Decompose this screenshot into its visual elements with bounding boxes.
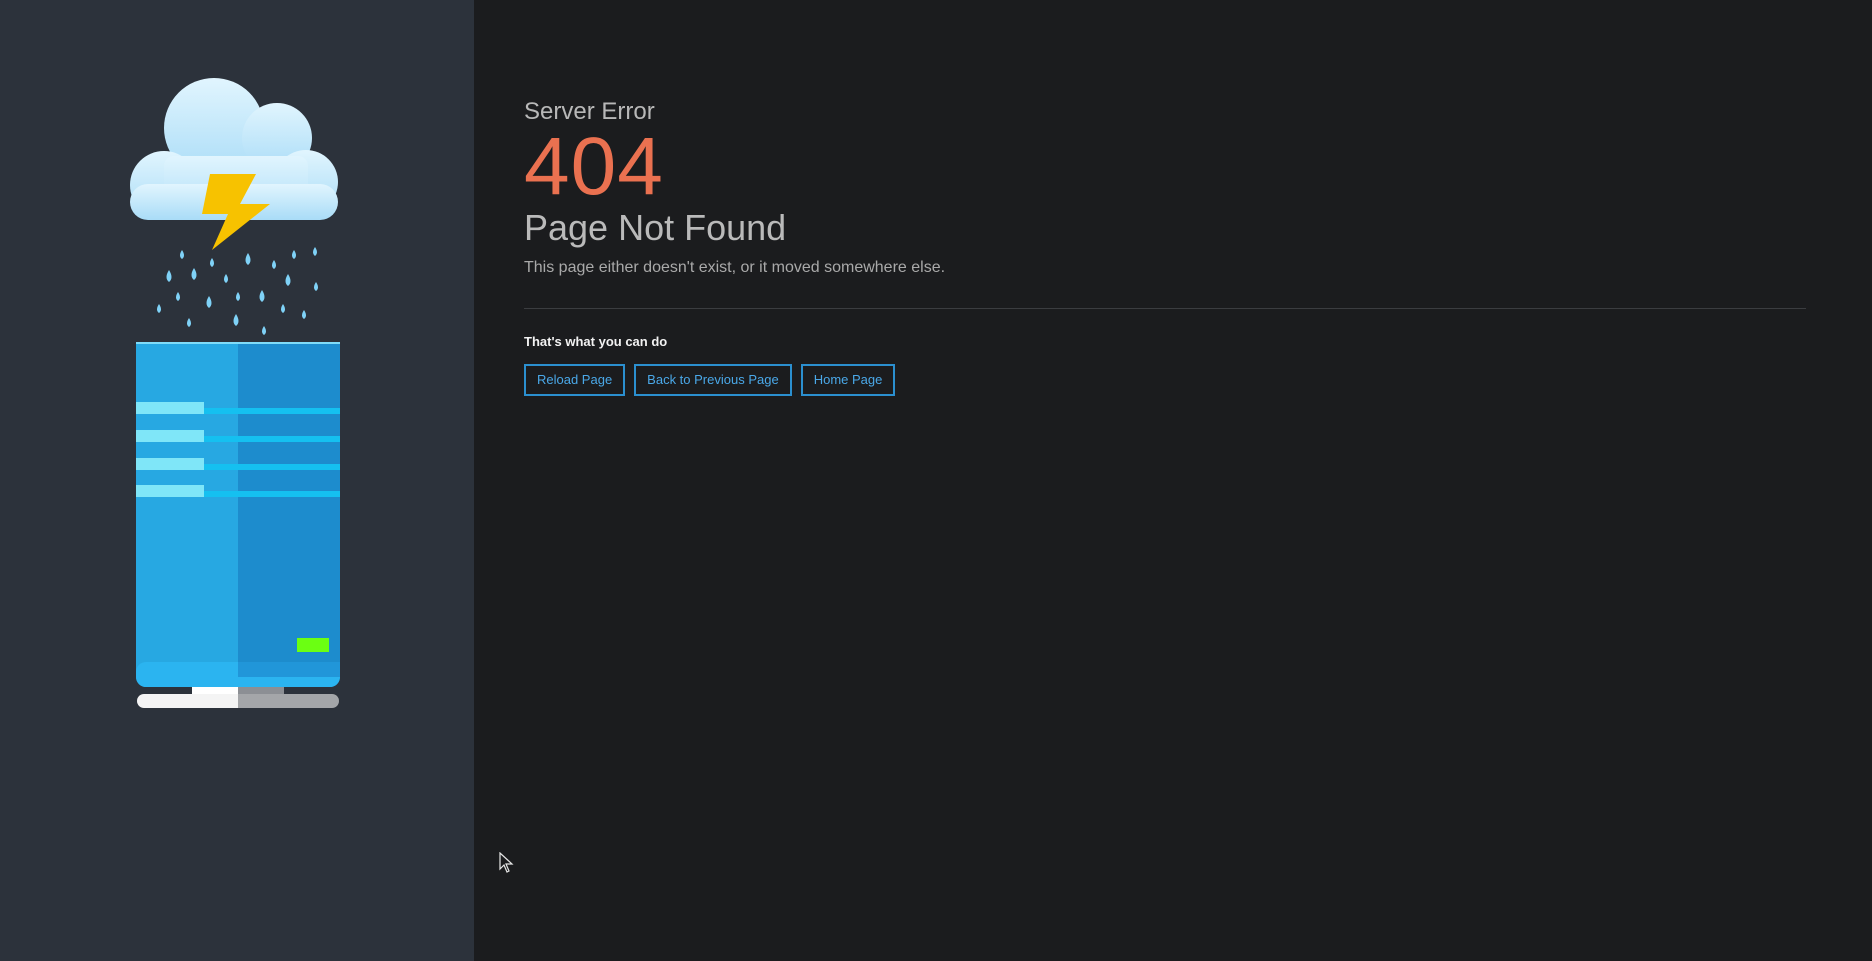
content-panel: Server Error 404 Page Not Found This pag… <box>474 0 1856 961</box>
action-buttons: Reload Page Back to Previous Page Home P… <box>524 364 1806 396</box>
server-storm-icon <box>130 78 340 708</box>
divider <box>524 308 1806 309</box>
back-to-previous-page-button[interactable]: Back to Previous Page <box>634 364 792 396</box>
reload-page-button[interactable]: Reload Page <box>524 364 626 396</box>
error-code: 404 <box>524 121 664 212</box>
error-eyebrow: Server Error <box>524 98 655 125</box>
error-page: Server Error 404 Page Not Found This pag… <box>0 0 1872 961</box>
error-content: Server Error 404 Page Not Found This pag… <box>524 96 1806 396</box>
scrollbar[interactable] <box>1840 0 1856 961</box>
home-page-button[interactable]: Home Page <box>800 364 896 396</box>
mouse-cursor-icon <box>499 852 514 873</box>
illustration-panel <box>0 0 474 961</box>
page-title: Page Not Found <box>524 207 787 248</box>
error-description: This page either doesn't exist, or it mo… <box>524 259 946 276</box>
rain-drops <box>157 247 318 335</box>
server-icon <box>136 342 340 708</box>
actions-heading: That's what you can do <box>524 334 668 349</box>
